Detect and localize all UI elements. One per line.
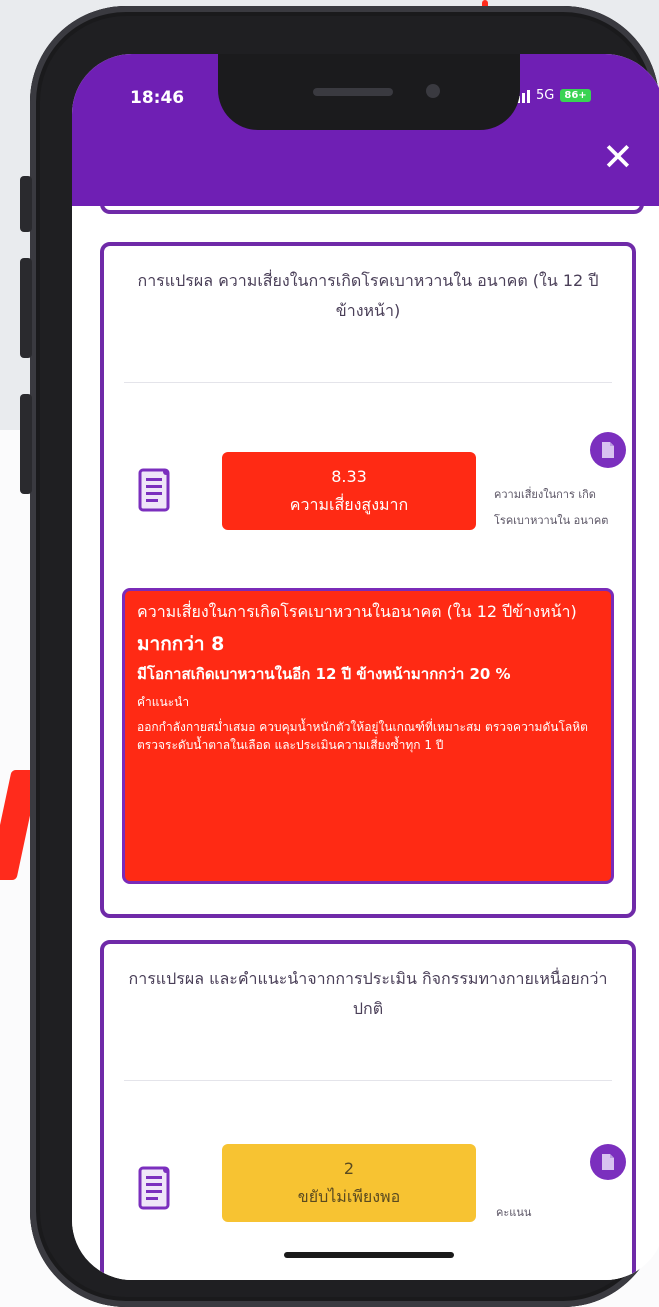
phone-screen: 18:46 5G 86+ ✕ การแปรผล ความเสี่ยงในการเ… [72,54,659,1280]
alert-probability: มีโอกาสเกิดเบาหวานในอีก 12 ปี ข้างหน้ามา… [137,665,511,683]
card-title: การแปรผล ความเสี่ยงในการเกิดโรคเบาหวานใน… [137,271,599,320]
previous-card-edge [100,206,644,214]
phone-frame: 18:46 5G 86+ ✕ การแปรผล ความเสี่ยงในการเ… [20,6,659,1307]
pdf-button[interactable] [590,432,626,468]
risk-side-note: ความเสี่ยงในการ เกิดโรคเบาหวานใน อนาคต [494,488,609,527]
diabetes-risk-card: การแปรผล ความเสี่ยงในการเกิดโรคเบาหวานใน… [100,242,636,918]
card-title: การแปรผล และคำแนะนำจากการประเมิน กิจกรรม… [128,969,608,1018]
battery-icon: 86+ [560,89,591,102]
divider [124,1080,612,1081]
risk-score-badge: 8.33 ความเสี่ยงสูงมาก [222,452,476,530]
risk-score-label: ความเสี่ยงสูงมาก [289,495,409,514]
activity-side-note: คะแนน [496,1206,532,1219]
phone-notch [218,54,520,130]
divider [124,382,612,383]
volume-down-button [20,394,32,494]
risk-score-value: 8.33 [331,467,367,486]
advice-label: คำแนะนำ [137,695,190,709]
speaker-grille [313,88,393,96]
alert-level: มากกว่า 8 [137,633,225,655]
file-icon [602,442,614,458]
activity-score-badge: 2 ขยับไม่เพียงพอ [222,1144,476,1222]
pdf-button[interactable] [590,1144,626,1180]
alert-heading: ความเสี่ยงในการเกิดโรคเบาหวานในอนาคต (ใน… [137,602,577,621]
activity-score-label: ขยับไม่เพียงพอ [297,1187,401,1206]
scroll-content[interactable]: การแปรผล ความเสี่ยงในการเกิดโรคเบาหวานใน… [72,206,659,1280]
status-indicators: 5G 86+ [512,88,591,103]
mute-switch [20,176,32,232]
file-icon [602,1154,614,1170]
activity-score-value: 2 [343,1159,355,1178]
document-icon [138,468,170,512]
network-type: 5G [536,88,555,103]
home-indicator[interactable] [284,1252,454,1258]
document-icon [138,1166,170,1210]
risk-alert-box: ความเสี่ยงในการเกิดโรคเบาหวานในอนาคต (ใน… [122,588,614,884]
front-camera [426,84,440,98]
close-button[interactable]: ✕ [602,138,634,176]
status-time: 18:46 [130,88,185,108]
advice-text: ออกกำลังกายสม่ำเสมอ ควบคุมน้ำหนักตัวให้อ… [137,720,588,752]
volume-up-button [20,258,32,358]
physical-activity-card: การแปรผล และคำแนะนำจากการประเมิน กิจกรรม… [100,940,636,1280]
